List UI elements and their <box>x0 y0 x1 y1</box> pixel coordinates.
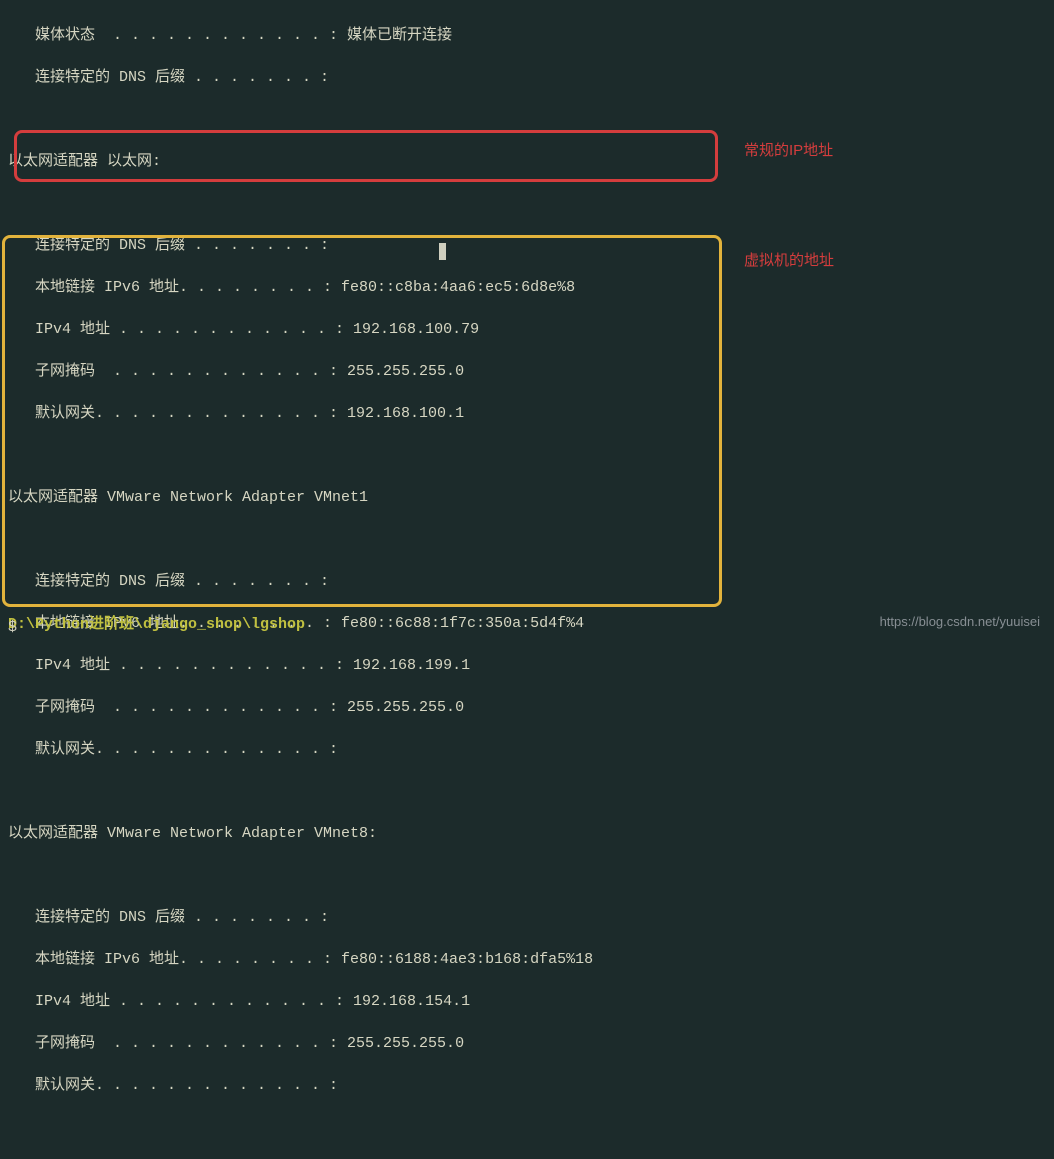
output-line: 连接特定的 DNS 后缀 . . . . . . . : <box>8 907 1046 928</box>
output-line: IPv4 地址 . . . . . . . . . . . . : 192.16… <box>8 319 1046 340</box>
blank-line <box>8 445 1046 466</box>
output-line: 连接特定的 DNS 后缀 . . . . . . . : <box>8 67 1046 88</box>
output-line: 子网掩码 . . . . . . . . . . . . : 255.255.2… <box>8 1033 1046 1054</box>
adapter-title: 以太网适配器 以太网: <box>8 151 1046 172</box>
annotation-regular-ip: 常规的IP地址 <box>744 140 833 161</box>
annotation-vm-address: 虚拟机的地址 <box>744 250 834 271</box>
output-line: 连接特定的 DNS 后缀 . . . . . . . : <box>8 235 1046 256</box>
adapter-title: 以太网适配器 VMware Network Adapter VMnet1 <box>8 487 1046 508</box>
output-line: 默认网关. . . . . . . . . . . . . : 192.168.… <box>8 403 1046 424</box>
watermark: https://blog.csdn.net/yuuisei <box>880 611 1040 632</box>
output-line: IPv4 地址 . . . . . . . . . . . . : 192.16… <box>8 655 1046 676</box>
blank-line <box>8 1117 1046 1138</box>
text-cursor <box>439 243 446 260</box>
blank-line <box>8 193 1046 214</box>
blank-line <box>8 781 1046 802</box>
output-line: IPv4 地址 . . . . . . . . . . . . : 192.16… <box>8 991 1046 1012</box>
prompt-symbol[interactable]: $ <box>8 617 17 638</box>
output-line: 子网掩码 . . . . . . . . . . . . : 255.255.2… <box>8 697 1046 718</box>
output-line: 默认网关. . . . . . . . . . . . . : <box>8 739 1046 760</box>
output-line: 连接特定的 DNS 后缀 . . . . . . . : <box>8 571 1046 592</box>
blank-line <box>8 529 1046 550</box>
blank-line <box>8 865 1046 886</box>
adapter-title: 以太网适配器 VMware Network Adapter VMnet8: <box>8 823 1046 844</box>
output-line: 本地链接 IPv6 地址. . . . . . . . : fe80::6188… <box>8 949 1046 970</box>
output-line: 媒体状态 . . . . . . . . . . . . : 媒体已断开连接 <box>8 25 1046 46</box>
output-line: 默认网关. . . . . . . . . . . . . : <box>8 1075 1046 1096</box>
prompt-path: D:\Python进阶班\django_shop\lgshop <box>8 614 305 635</box>
terminal-output[interactable]: 媒体状态 . . . . . . . . . . . . : 媒体已断开连接 连… <box>0 0 1054 1159</box>
output-line: 子网掩码 . . . . . . . . . . . . : 255.255.2… <box>8 361 1046 382</box>
output-line: 本地链接 IPv6 地址. . . . . . . . : fe80::c8ba… <box>8 277 1046 298</box>
blank-line <box>8 109 1046 130</box>
